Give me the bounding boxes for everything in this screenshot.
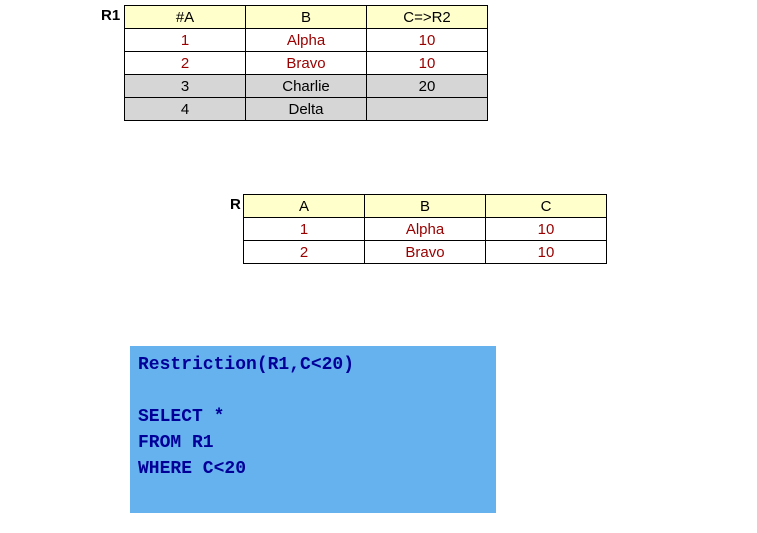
table-row: 1 Alpha 10 [244, 218, 607, 241]
col-header-b: B [365, 195, 486, 218]
cell-a: 1 [244, 218, 365, 241]
cell-c: 10 [486, 241, 607, 264]
cell-c: 10 [367, 52, 488, 75]
cell-b: Alpha [246, 29, 367, 52]
col-header-b: B [246, 6, 367, 29]
code-line: Restriction(R1,C<20) [138, 355, 354, 375]
cell-c: 10 [367, 29, 488, 52]
table-row: A B C [244, 195, 607, 218]
cell-c: 20 [367, 75, 488, 98]
cell-a: 1 [125, 29, 246, 52]
code-line: SELECT * [138, 407, 224, 427]
col-header-c: C=>R2 [367, 6, 488, 29]
cell-a: 2 [125, 52, 246, 75]
cell-b: Alpha [365, 218, 486, 241]
table-row: 1 Alpha 10 [125, 29, 488, 52]
cell-b: Bravo [246, 52, 367, 75]
table-r1-label: R1 [101, 7, 120, 24]
code-line: WHERE C<20 [138, 459, 246, 479]
col-header-c: C [486, 195, 607, 218]
cell-b: Delta [246, 98, 367, 121]
cell-c [367, 98, 488, 121]
table-row: 2 Bravo 10 [125, 52, 488, 75]
cell-a: 3 [125, 75, 246, 98]
col-header-a: A [244, 195, 365, 218]
cell-b: Bravo [365, 241, 486, 264]
table-r-label: R [230, 196, 241, 213]
cell-a: 2 [244, 241, 365, 264]
table-row: 3 Charlie 20 [125, 75, 488, 98]
table-r: A B C 1 Alpha 10 2 Bravo 10 [243, 194, 607, 264]
code-line: FROM R1 [138, 433, 214, 453]
cell-b: Charlie [246, 75, 367, 98]
table-row: 2 Bravo 10 [244, 241, 607, 264]
table-row: 4 Delta [125, 98, 488, 121]
col-header-a: #A [125, 6, 246, 29]
cell-c: 10 [486, 218, 607, 241]
table-row: #A B C=>R2 [125, 6, 488, 29]
table-r1: #A B C=>R2 1 Alpha 10 2 Bravo 10 3 Charl… [124, 5, 488, 121]
code-block: Restriction(R1,C<20) SELECT * FROM R1 WH… [130, 346, 496, 513]
cell-a: 4 [125, 98, 246, 121]
